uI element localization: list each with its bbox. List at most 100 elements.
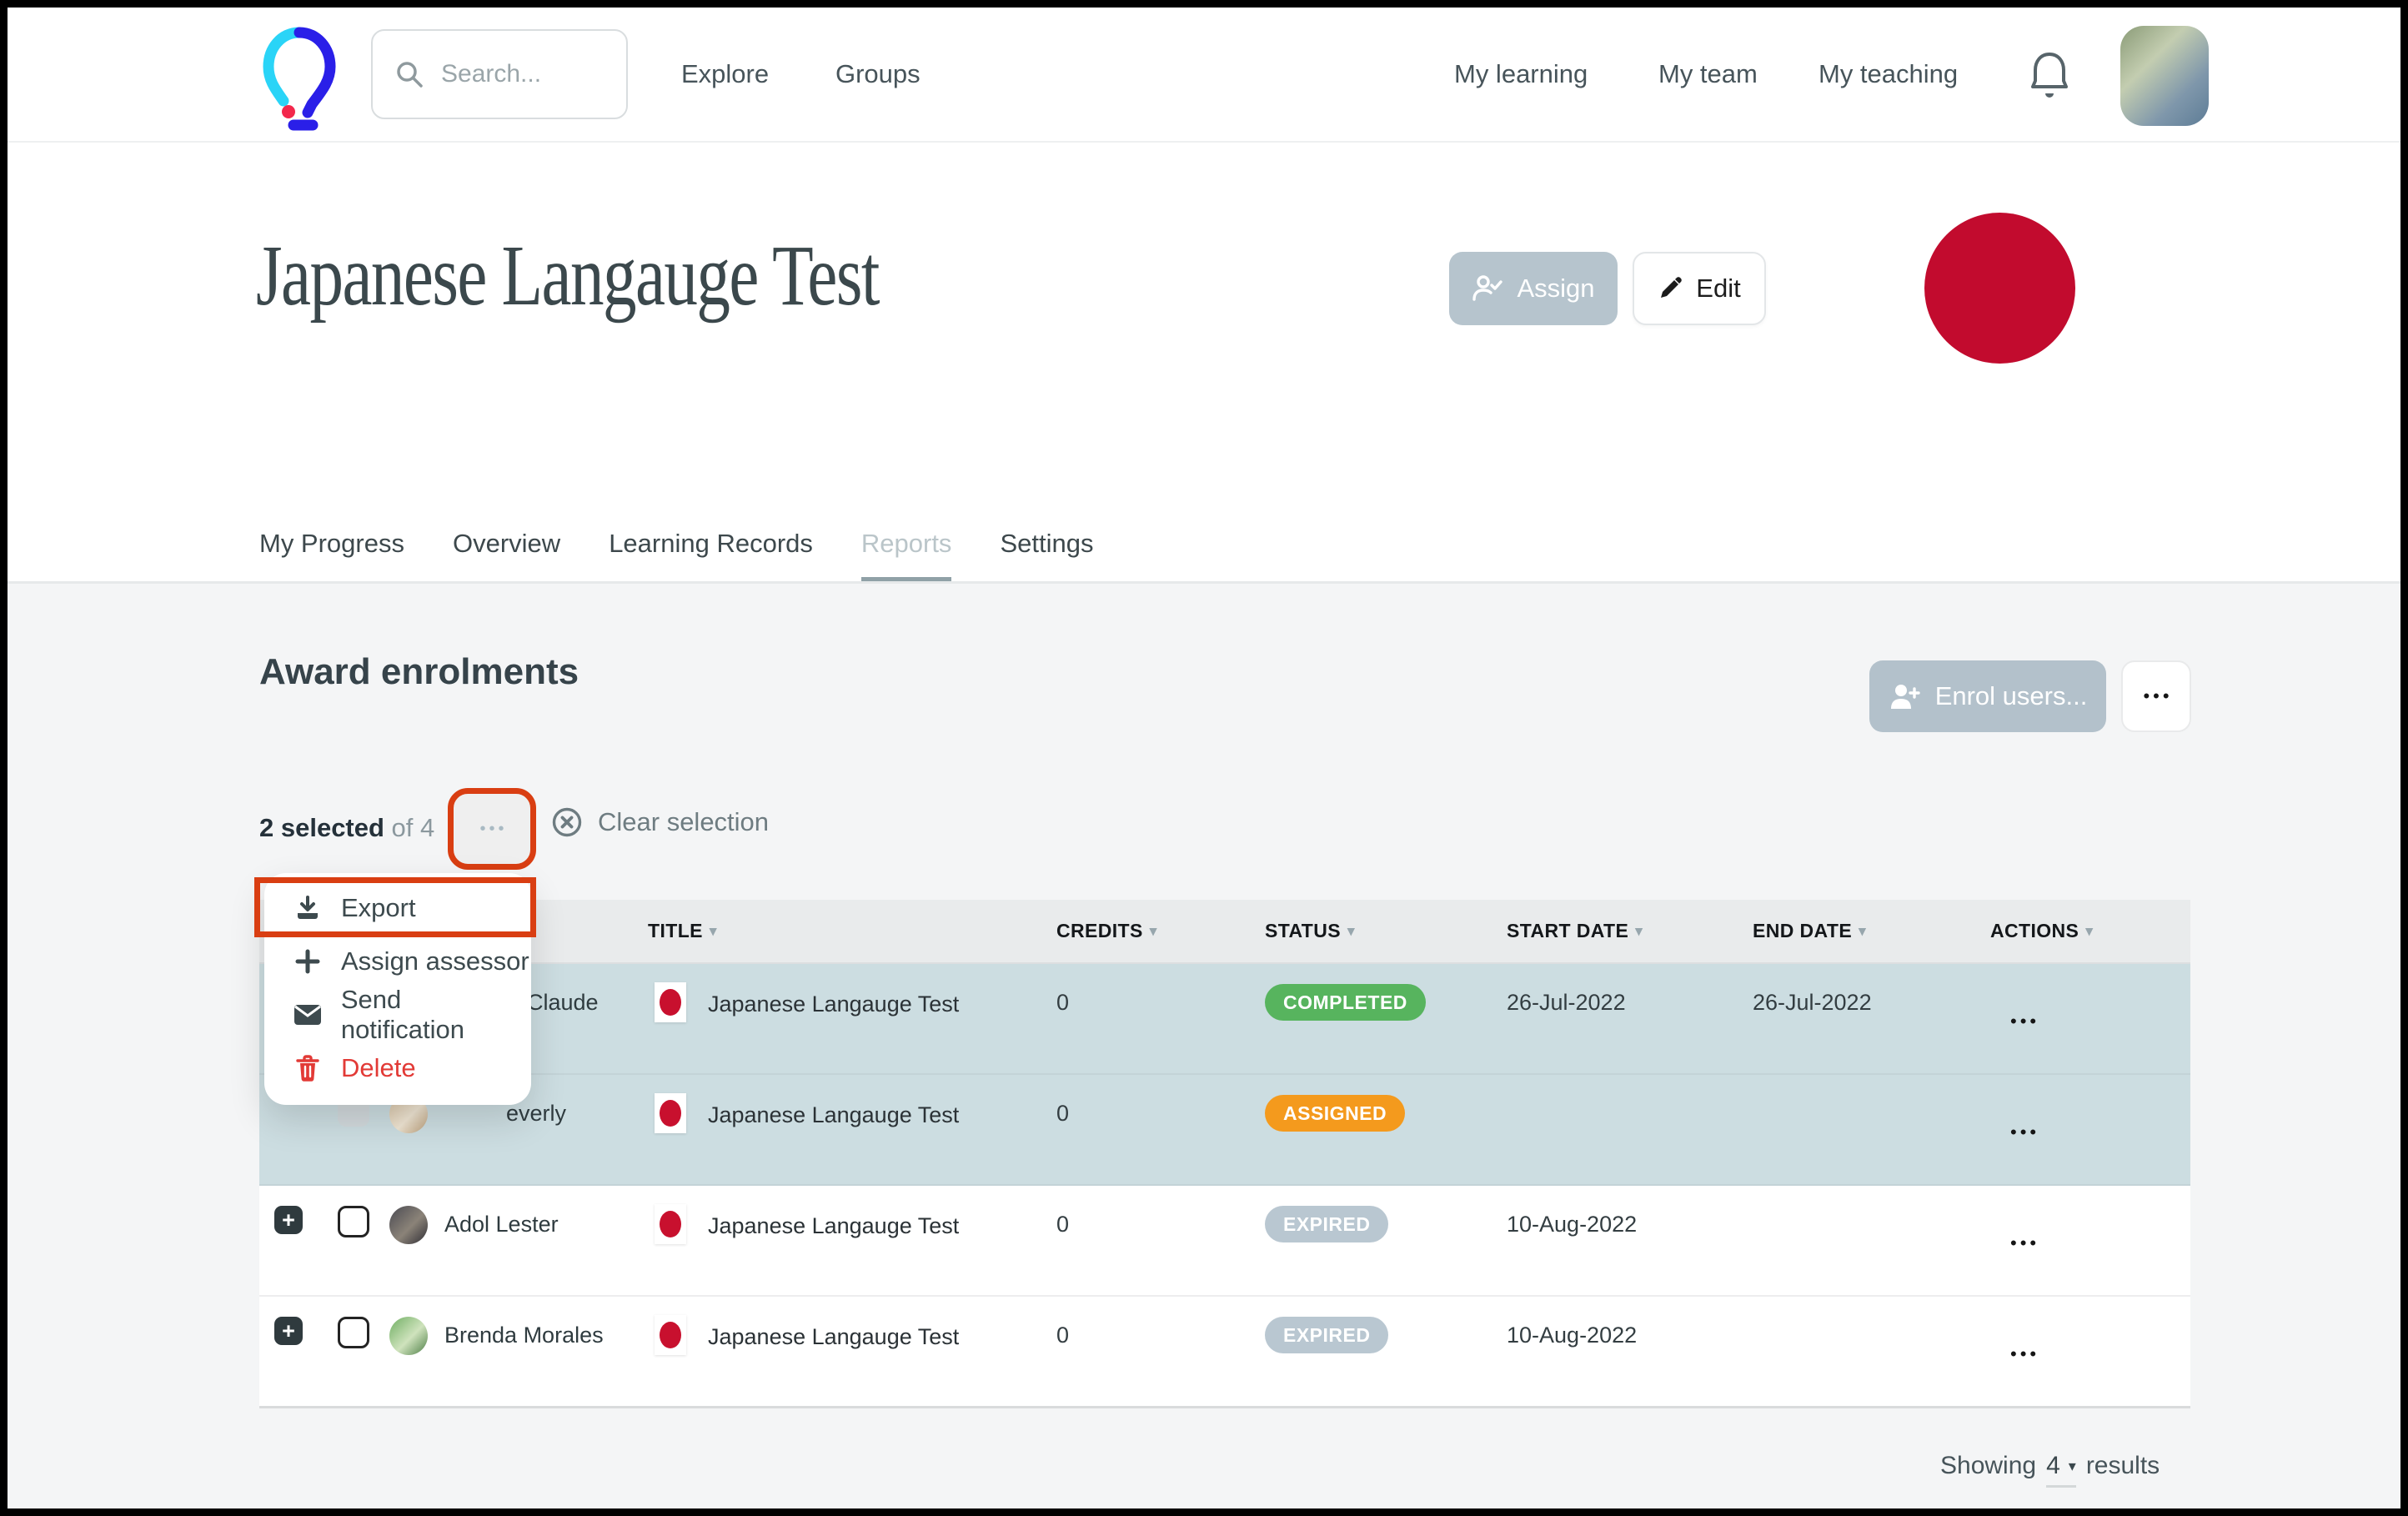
table-row: + Adol Lester Japanese Langauge Test 0 E…: [259, 1186, 2190, 1297]
header-status[interactable]: STATUS▾: [1265, 920, 1507, 942]
clear-selection-button[interactable]: Clear selection: [551, 806, 769, 838]
japan-flag-icon: [660, 989, 681, 1016]
nav-link-my-learning[interactable]: My learning: [1454, 8, 1588, 141]
credits-cell: 0: [1056, 964, 1265, 1016]
tab-overview[interactable]: Overview: [453, 529, 560, 583]
ellipsis-icon: •••: [2140, 687, 2172, 705]
sort-icon: ▾: [1635, 923, 1643, 940]
sort-icon: ▾: [1150, 923, 1157, 940]
award-thumbnail: [655, 1093, 686, 1133]
assign-button-label: Assign: [1517, 274, 1594, 304]
search-icon: [394, 59, 424, 89]
plus-icon: [293, 949, 323, 974]
row-checkbox[interactable]: [338, 1317, 369, 1348]
table-header-row: TITLE▾ CREDITS▾ STATUS▾ START DATE▾ END …: [259, 900, 2190, 964]
brand-logo-icon[interactable]: [258, 23, 341, 131]
start-date-cell: 26-Jul-2022: [1507, 964, 1753, 1016]
award-title: Japanese Langauge Test: [708, 1093, 959, 1128]
end-date-cell: [1753, 1297, 1990, 1323]
pencil-icon: [1658, 276, 1683, 301]
search-input[interactable]: [439, 59, 593, 89]
nav-link-my-team[interactable]: My team: [1658, 8, 1758, 141]
page-size-dropdown[interactable]: 4 ▾: [2046, 1452, 2076, 1488]
section-overflow-button[interactable]: •••: [2121, 660, 2191, 732]
top-nav: Explore Groups My learning My team My te…: [8, 8, 2400, 143]
selection-actions-button[interactable]: •••: [448, 788, 536, 870]
results-summary: Showing 4 ▾ results: [1940, 1452, 2160, 1488]
row-actions-button[interactable]: •••: [1990, 1186, 2190, 1253]
selection-count: 2 selected of 4: [259, 813, 434, 843]
start-date-cell: 10-Aug-2022: [1507, 1297, 1753, 1348]
title-cell: Japanese Langauge Test: [640, 964, 1056, 1022]
credits-cell: 0: [1056, 1075, 1265, 1127]
table-row: + Brenda Morales Japanese Langauge Test …: [259, 1297, 2190, 1408]
status-cell: COMPLETED: [1265, 964, 1507, 1021]
header-actions[interactable]: ACTIONS▾: [1990, 920, 2190, 942]
nav-link-groups[interactable]: Groups: [835, 8, 921, 141]
circle-x-icon: [551, 806, 583, 838]
row-actions-button[interactable]: •••: [1990, 1297, 2190, 1364]
tab-reports[interactable]: Reports: [861, 529, 952, 583]
end-date-cell: [1753, 1186, 1990, 1212]
ellipsis-icon: •••: [2007, 1122, 2039, 1142]
ellipsis-icon: •••: [2007, 1232, 2039, 1253]
avatar: [389, 1206, 428, 1244]
award-title: Japanese Langauge Test: [708, 1204, 959, 1239]
tab-learning-records[interactable]: Learning Records: [609, 529, 813, 583]
user-name: Adol Lester: [444, 1206, 559, 1237]
search-box[interactable]: [371, 29, 628, 119]
table-row: + Claude Japanese Langauge Test 0 COMPLE…: [259, 964, 2190, 1075]
edit-button-label: Edit: [1696, 274, 1740, 304]
end-date-cell: [1753, 1075, 1990, 1101]
person-check-icon: [1472, 274, 1503, 303]
ellipsis-icon: •••: [476, 821, 507, 837]
table-row: + everly Japanese Langauge Test 0 ASSIGN…: [259, 1075, 2190, 1186]
nav-link-explore[interactable]: Explore: [681, 8, 769, 141]
assign-button[interactable]: Assign: [1449, 252, 1618, 325]
header-title[interactable]: TITLE▾: [640, 920, 1056, 942]
showing-label: Showing: [1940, 1452, 2036, 1480]
notifications-bell-icon[interactable]: [2029, 49, 2070, 103]
sort-icon: ▾: [1859, 923, 1866, 940]
nav-link-my-teaching[interactable]: My teaching: [1819, 8, 1958, 141]
header-credits[interactable]: CREDITS▾: [1056, 920, 1265, 942]
bulk-actions-menu: Export Assign assessor Send notification…: [264, 873, 531, 1105]
japan-flag-icon: [660, 1322, 681, 1348]
row-checkbox[interactable]: [338, 1206, 369, 1237]
row-actions-button[interactable]: •••: [1990, 964, 2190, 1032]
header-end-date[interactable]: END DATE▾: [1753, 920, 1990, 942]
header-start-date[interactable]: START DATE▾: [1507, 920, 1753, 942]
status-cell: EXPIRED: [1265, 1297, 1507, 1353]
selection-count-rest: of 4: [384, 813, 434, 842]
section-heading: Award enrolments: [259, 651, 579, 693]
user-name: Claude: [527, 984, 599, 1016]
menu-item-label: Export: [341, 893, 416, 923]
status-badge: EXPIRED: [1265, 1317, 1388, 1353]
expand-row-button[interactable]: +: [274, 1206, 303, 1234]
menu-item-send-notification[interactable]: Send notification: [264, 988, 531, 1042]
tab-settings[interactable]: Settings: [1000, 529, 1093, 583]
sort-icon: ▾: [1347, 923, 1355, 940]
enrol-users-label: Enrol users...: [1935, 681, 2088, 711]
user-avatar[interactable]: [2120, 26, 2209, 126]
menu-item-export[interactable]: Export: [264, 881, 531, 935]
edit-button[interactable]: Edit: [1633, 252, 1766, 325]
ellipsis-icon: •••: [2007, 1343, 2039, 1364]
person-plus-icon: [1889, 682, 1922, 710]
enrol-users-button[interactable]: Enrol users...: [1869, 660, 2106, 732]
tab-my-progress[interactable]: My Progress: [259, 529, 404, 583]
title-cell: Japanese Langauge Test: [640, 1186, 1056, 1244]
enrolments-table: TITLE▾ CREDITS▾ STATUS▾ START DATE▾ END …: [259, 900, 2190, 1408]
download-icon: [293, 895, 323, 921]
status-badge: ASSIGNED: [1265, 1095, 1405, 1132]
japan-flag-icon: [660, 1211, 681, 1237]
title-cell: Japanese Langauge Test: [640, 1075, 1056, 1133]
status-badge: EXPIRED: [1265, 1206, 1388, 1242]
start-date-cell: [1507, 1075, 1753, 1101]
expand-row-button[interactable]: +: [274, 1317, 303, 1345]
menu-item-delete[interactable]: Delete: [264, 1042, 531, 1095]
menu-item-assign-assessor[interactable]: Assign assessor: [264, 935, 531, 988]
credits-cell: 0: [1056, 1297, 1265, 1348]
chevron-down-icon: ▾: [2069, 1458, 2076, 1475]
row-actions-button[interactable]: •••: [1990, 1075, 2190, 1142]
